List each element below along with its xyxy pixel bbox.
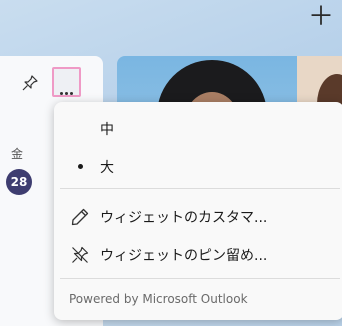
pencil-icon <box>70 207 90 227</box>
menu-item-size-medium[interactable]: 中 <box>54 110 342 146</box>
menu-divider <box>60 188 340 189</box>
unpin-icon <box>70 245 90 265</box>
menu-item-label: ウィジェットのピン留め... <box>100 248 268 264</box>
menu-item-unpin-widget[interactable]: ウィジェットのピン留め... <box>54 236 342 272</box>
menu-item-size-large[interactable]: 大 <box>54 148 342 184</box>
more-horizontal-icon <box>60 80 75 99</box>
menu-item-label: ウィジェットのカスタマ... <box>100 210 268 226</box>
menu-divider <box>60 278 340 279</box>
more-options-button[interactable] <box>52 67 81 97</box>
photo-widget-card[interactable] <box>117 56 342 106</box>
add-widget-button[interactable]: ＋ <box>308 4 334 30</box>
widget-context-menu: 中 大 ウィジェットのカスタマ... ウィジェットのピン留め... Powere… <box>54 102 342 320</box>
selected-bullet-icon <box>78 164 83 169</box>
pin-icon[interactable] <box>21 74 39 92</box>
menu-footer-text: Powered by Microsoft Outlook <box>69 292 248 306</box>
menu-item-label: 大 <box>100 160 114 176</box>
menu-item-customize-widget[interactable]: ウィジェットのカスタマ... <box>54 198 342 234</box>
weekday-label: 金 <box>11 147 24 161</box>
menu-item-label: 中 <box>100 122 114 138</box>
date-badge: 28 <box>6 169 32 195</box>
